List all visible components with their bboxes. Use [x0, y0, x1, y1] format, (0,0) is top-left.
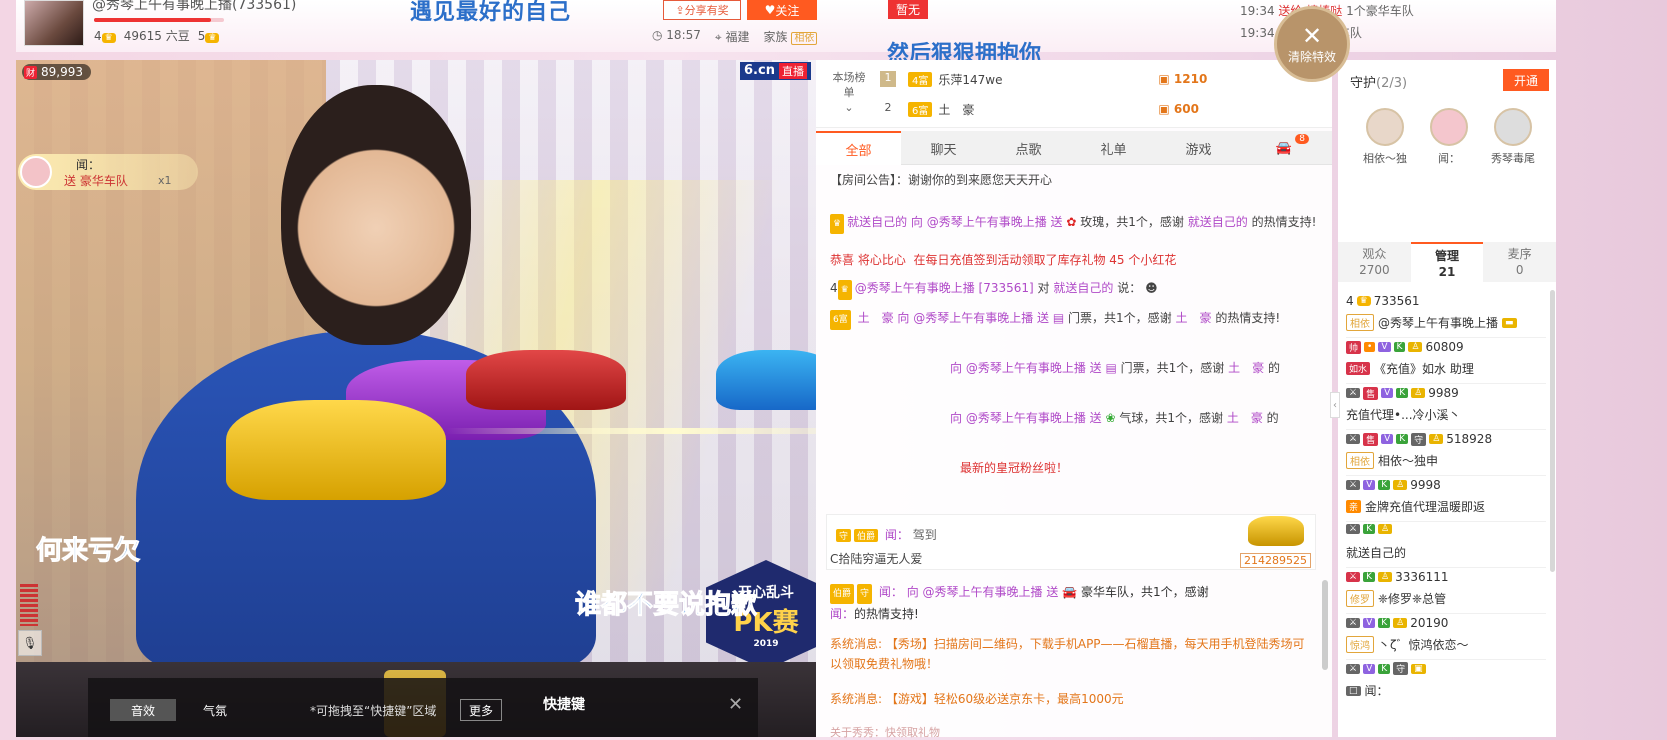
avatar — [1366, 108, 1404, 146]
list-item[interactable]: 4 ♛ 733561 相依 @秀琴上午有事晚上播 ▬ — [1346, 292, 1546, 338]
list-item[interactable]: ⚔ K ♙ 3336111 修罗 ❈修罗❈总管 — [1346, 568, 1546, 614]
guard-member[interactable]: 秀琴毒尾 — [1484, 108, 1542, 166]
car-icon: 🚘 — [1062, 585, 1078, 599]
clock-icon: ◷ 18:57 — [652, 28, 701, 42]
list-item[interactable]: ⚔ V K ♙ 9998 亲金牌充值代理温暖即返 — [1346, 476, 1546, 522]
family-tag[interactable]: 相依 — [791, 32, 818, 45]
share-button[interactable]: ⇪ 分享有奖 — [663, 0, 741, 20]
tab-admins[interactable]: 管理 21 — [1410, 242, 1484, 282]
follow-button[interactable]: ♥ 关注 — [747, 0, 817, 20]
quick-key-title: 快捷键 — [543, 697, 585, 713]
level-number: 4 — [94, 28, 102, 43]
chat-tabs: 全部 聊天 点歌 礼单 游戏 🚘 8 — [816, 131, 1332, 165]
list-item[interactable]: 帅 • V K ♙ 60809 如水 《充值》如水 助理 — [1346, 338, 1546, 384]
lyrics-left: 何来亏欠 — [35, 536, 141, 567]
anchor-avatar[interactable] — [24, 0, 84, 46]
volume-meter — [20, 584, 38, 626]
emoji-icon: ☻ — [1145, 281, 1158, 295]
flag-badge: 暂无 — [888, 0, 929, 19]
ranking-label[interactable]: 本场榜单 ⌄ — [832, 70, 866, 115]
gift-toast: 闻： 送 豪华车队 x1 — [18, 154, 198, 190]
coin-icon: ▣ 600 — [1158, 102, 1199, 116]
chat-message: 最新的皇冠粉丝啦！ — [960, 461, 1069, 475]
tab-car[interactable]: 🚘 8 — [1241, 131, 1327, 165]
ticket-icon: ▤ — [1105, 361, 1117, 375]
streamer-head — [281, 85, 471, 345]
chat-scrollbar[interactable] — [1322, 580, 1328, 670]
top-banner-text: 遇见最好的自己 — [410, 0, 572, 25]
chat-message: 4 ♛ @秀琴上午有事晚上播 [733561] 对 就送自己的 说： ☻ — [830, 278, 1320, 300]
tab-mic-queue[interactable]: 麦序 0 — [1483, 242, 1556, 282]
tab-gift-list[interactable]: 礼单 — [1071, 131, 1156, 165]
open-guard-button[interactable]: 开通 — [1503, 69, 1549, 91]
car-icon: 🚘 — [1275, 140, 1293, 156]
list-item[interactable]: ⚔ V K ♙ 20190 惊鸿 丶ζ゛惊鸿依恋～ — [1346, 614, 1546, 660]
drag-hint: *可拖拽至“快捷键”区域 — [310, 704, 437, 718]
crown-icon: ♛ — [205, 32, 220, 43]
sound-effect-tab[interactable]: 音效 — [110, 699, 176, 721]
admin-list-scrollbar[interactable] — [1550, 290, 1555, 572]
chat-message: 向 @秀琴上午有事晚上播 送 ❀ 气球，共1个，感谢 土 豪 的 — [950, 411, 1279, 425]
balloon-icon: ❀ — [1105, 411, 1116, 425]
audience-tabs: 观众 2700 管理 21 麦序 0 — [1338, 242, 1556, 282]
system-message: 系统消息: 【游戏】轻松60级必送京东卡，最高1000元 — [830, 692, 1124, 706]
avatar — [1494, 108, 1532, 146]
wealth-badge: 财 89,993 — [22, 64, 92, 80]
user-id-tag[interactable]: 214289525 — [1240, 553, 1311, 568]
close-icon[interactable]: ✕ — [728, 694, 743, 715]
family-label: 家族 — [763, 30, 788, 44]
tab-audience[interactable]: 观众 2700 — [1338, 242, 1411, 282]
chat-message: 伯爵守 闻： 向 @秀琴上午有事晚上播 送 🚘 豪华车队，共1个，感谢 闻：的热情… — [830, 584, 1209, 621]
car-effect — [466, 350, 626, 410]
guard-title: 守护(2/3) — [1350, 76, 1408, 91]
tab-game[interactable]: 游戏 — [1156, 131, 1241, 165]
list-item[interactable]: ⚔ 售 V K 守 ♙ 518928 相依 相依～独申 — [1346, 430, 1546, 476]
crowns-count: 5 — [197, 28, 206, 43]
chat-message: 向 @秀琴上午有事晚上播 送 ▤ 门票，共1个，感谢 土 豪 的 — [950, 361, 1280, 375]
close-icon: ✕ — [1301, 21, 1323, 50]
rose-icon: ✿ — [1066, 215, 1077, 229]
system-message: 系统消息: 【秀场】扫描房间二维码，下载手机APP——石榴直播，每天用手机登陆秀… — [830, 637, 1305, 671]
chat-message: 恭喜 将心比心 在每日充值签到活动领取了库存礼物 45 个小红花 — [830, 253, 1177, 267]
guard-member[interactable]: 相依～独 — [1356, 108, 1414, 166]
ticket-icon: ▤ — [1052, 311, 1065, 325]
mic-icon[interactable]: 🎙 — [18, 630, 42, 656]
video-stream[interactable]: 开心乱斗 PK赛 2019 — [16, 60, 816, 662]
chevron-left-icon[interactable]: ‹ — [1330, 392, 1340, 418]
anchor-stats: 4 ♛ 49615 六豆 5 ♛ — [94, 27, 220, 44]
coin-icon: ▣ 1210 — [1158, 72, 1208, 86]
chat-message: 6富 土 豪 向 @秀琴上午有事晚上播 送 ▤ 门票，共1个，感谢 土 豪 的热… — [830, 308, 1320, 330]
guard-member[interactable]: 闻： — [1420, 108, 1478, 166]
list-item[interactable]: ⚔ V K 守 ▣ □ 闻： — [1346, 660, 1546, 706]
anchor-name[interactable]: @秀琴上午有事晚上播(733561) — [92, 0, 296, 14]
car-icon — [1248, 516, 1304, 546]
room-notice: 【房间公告】：谢谢你的到来愿您天天开心 — [830, 173, 1053, 187]
beans-count: 49615 六豆 — [123, 29, 190, 43]
tab-all[interactable]: 全部 — [816, 131, 901, 165]
list-item[interactable]: ⚔ K ♙ 就送自己的 — [1346, 522, 1546, 568]
anchor-level-progress — [94, 18, 224, 22]
atmosphere-tab[interactable]: 气氛 — [182, 699, 248, 721]
ranking-row[interactable]: 1 4富 乐萍147we ▣ 1210 — [880, 66, 1320, 92]
site-logo: 6.cn 直播 — [740, 62, 811, 80]
list-item[interactable]: ⚔ 售 V K ♙ 9989 充值代理•...冷小溪丶 — [1346, 384, 1546, 430]
avatar — [20, 156, 52, 188]
room-meta: ◷ 18:57 ⌖ 福建 家族 相依 — [652, 28, 818, 45]
car-effect — [226, 400, 446, 500]
more-button[interactable]: 更多 — [460, 699, 502, 721]
avatar — [1430, 108, 1468, 146]
ranking-row[interactable]: 2 6富 土 豪 ▣ 600 — [880, 96, 1320, 122]
crown-icon: ♛ — [101, 32, 116, 43]
lyrics-right: 谁都不要说抱歉 — [574, 590, 758, 621]
tab-song[interactable]: 点歌 — [986, 131, 1071, 165]
tab-chat[interactable]: 聊天 — [901, 131, 986, 165]
chat-message: 关于秀秀：快领取礼物 — [830, 726, 940, 739]
chat-message: ♛ 就送自己的 向 @秀琴上午有事晚上播 送 ✿ 玫瑰，共1个，感谢 就送自己的 … — [830, 212, 1320, 234]
car-effect — [716, 350, 816, 410]
clear-effects-button[interactable]: ✕ 清除特效 — [1274, 6, 1350, 82]
location-icon: ⌖ 福建 — [714, 30, 750, 44]
